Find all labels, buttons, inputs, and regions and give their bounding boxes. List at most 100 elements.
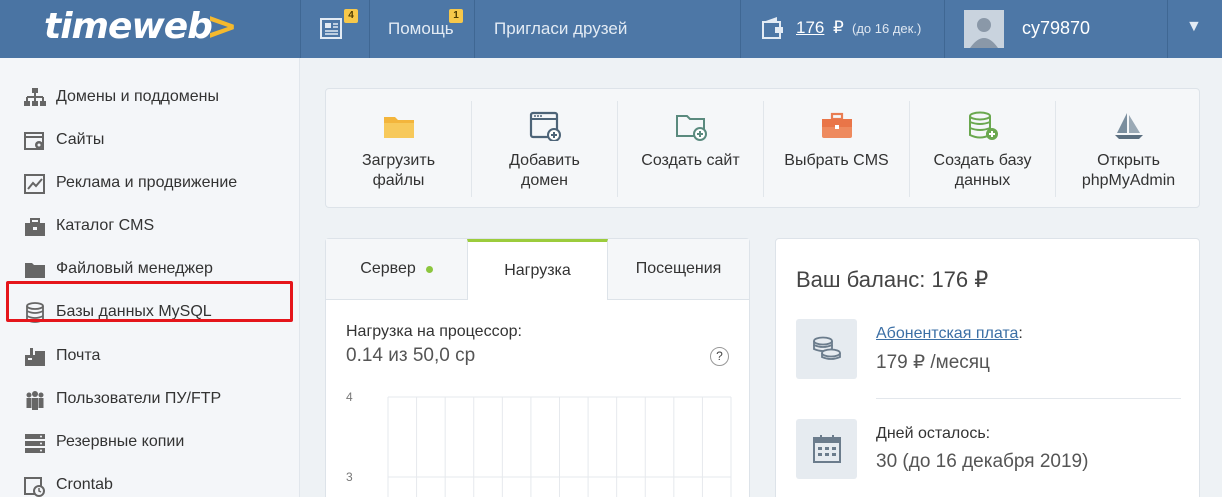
sidebar-item-label: Резервные копии — [56, 433, 185, 450]
sidebar-item-label: Каталог CMS — [56, 217, 155, 234]
balance-amount[interactable]: 176 — [796, 18, 824, 38]
sidebar-item-sites[interactable]: Сайты — [0, 120, 300, 160]
divider — [876, 398, 1181, 399]
help-label: Помощь — [388, 19, 454, 38]
sidebar-item-cms[interactable]: Каталог CMS — [0, 206, 300, 246]
chevron-down-icon[interactable]: ▼ — [1186, 18, 1202, 36]
username[interactable]: cy79870 — [1022, 18, 1090, 39]
cpu-load-value: 0.14 из 50,0 ср — [346, 345, 476, 366]
y-tick-label: 3 — [346, 470, 353, 484]
days-left-value: 30 (до 16 декабря 2019) — [876, 451, 1089, 472]
tab-label: Нагрузка — [504, 262, 571, 279]
logo-text: timeweb — [44, 6, 213, 47]
chart-line-icon — [24, 174, 45, 194]
quick-action-label: Открыть phpMyAdmin — [1081, 152, 1176, 189]
balance-currency: ₽ — [833, 18, 844, 37]
database-icon — [26, 302, 44, 323]
create-database-button[interactable]: Создать базу данных — [910, 89, 1055, 207]
balance-card: Ваш баланс: 176 ₽ Абонентская плата: 179… — [775, 238, 1200, 497]
sidebar-item-label: Файловый менеджер — [56, 260, 213, 277]
header-divider — [740, 0, 741, 58]
sailboat-icon — [1115, 113, 1143, 139]
briefcase-icon — [25, 218, 45, 236]
sidebar-item-label: Домены и поддомены — [56, 88, 219, 105]
coins-icon — [813, 336, 841, 360]
status-dot — [425, 265, 433, 273]
sitemap-icon — [24, 88, 46, 106]
folder-icon — [25, 263, 45, 278]
avatar[interactable] — [964, 10, 1004, 48]
logo-arrow: > — [206, 4, 238, 48]
tab-visits[interactable]: Посещения — [608, 239, 749, 300]
cpu-load-chart: 43 — [346, 390, 732, 497]
calendar-icon — [813, 435, 841, 463]
load-tabs: Сервер Нагрузка Посещения — [326, 239, 749, 300]
sidebar-item-backups[interactable]: Резервные копии — [0, 422, 300, 462]
coins-icon-box — [796, 319, 857, 379]
cpu-load-label: Нагрузка на процессор: — [346, 323, 522, 340]
tab-server[interactable]: Сервер — [326, 239, 467, 300]
server-load-card: Сервер Нагрузка Посещения Нагрузка на пр… — [325, 238, 750, 497]
wallet-icon — [762, 17, 783, 39]
news-button[interactable]: 4 — [301, 0, 369, 58]
quick-action-label: Добавить домен — [509, 152, 580, 189]
sidebar-item-label: Crontab — [56, 476, 113, 493]
header-divider — [1167, 0, 1168, 58]
balance-title: Ваш баланс: 176 ₽ — [796, 267, 989, 292]
folder-icon — [384, 117, 414, 138]
y-tick-label: 4 — [346, 390, 353, 404]
days-left-label: Дней осталось: — [876, 425, 991, 442]
tab-label: Сервер — [360, 260, 416, 277]
subscription-fee-label: Абонентская плата: — [876, 325, 1023, 343]
newspaper-icon — [320, 18, 342, 39]
sidebar-item-mail[interactable]: Почта — [0, 336, 300, 376]
quick-action-label: Создать базу данных — [933, 152, 1032, 189]
mailbox-icon — [25, 348, 45, 366]
server-icon — [25, 434, 45, 453]
database-plus-icon — [969, 111, 998, 140]
sidebar-item-crontab[interactable]: Crontab — [0, 465, 300, 497]
subscription-fee-value: 179 ₽ /месяц — [876, 352, 990, 373]
sidebar-item-label: Базы данных MySQL — [56, 303, 212, 320]
sidebar-item-label: Сайты — [56, 131, 105, 148]
balance-note: (до 16 дек.) — [852, 21, 922, 36]
quick-actions-panel: Загрузить файлы Добавить домен Создать с… — [325, 88, 1200, 208]
create-site-button[interactable]: Создать сайт — [618, 89, 763, 207]
quick-action-label: Загрузить файлы — [361, 152, 436, 189]
help-link[interactable]: Помощь — [388, 0, 454, 58]
tab-label: Посещения — [635, 260, 722, 277]
header-divider — [474, 0, 475, 58]
calendar-icon-box — [796, 419, 857, 479]
logo[interactable]: timeweb > — [0, 0, 300, 58]
help-badge: 1 — [449, 9, 463, 23]
sidebar: Домены и поддомены Сайты Реклама и продв… — [0, 58, 300, 497]
clock-icon — [24, 477, 45, 497]
top-header: timeweb > 4 Помощь 1 Пригласи друзей 176… — [0, 0, 1222, 58]
add-domain-icon — [529, 111, 561, 141]
sidebar-item-label: Реклама и продвижение — [56, 174, 238, 191]
window-gear-icon — [24, 132, 44, 150]
sidebar-item-label: Пользователи ПУ/FTP — [56, 390, 222, 407]
header-divider — [369, 0, 370, 58]
add-domain-button[interactable]: Добавить домен — [472, 89, 617, 207]
quick-action-label: Выбрать CMS — [784, 152, 889, 169]
subscription-fee-link[interactable]: Абонентская плата — [876, 325, 1018, 342]
choose-cms-button[interactable]: Выбрать CMS — [764, 89, 909, 207]
help-icon[interactable]: ? — [710, 347, 729, 366]
quick-action-label: Создать сайт — [641, 152, 740, 169]
open-phpmyadmin-button[interactable]: Открыть phpMyAdmin — [1056, 89, 1201, 207]
users-icon — [26, 391, 44, 410]
upload-files-button[interactable]: Загрузить файлы — [326, 89, 471, 207]
invite-label: Пригласи друзей — [494, 19, 628, 38]
sidebar-item-ads[interactable]: Реклама и продвижение — [0, 163, 300, 203]
user-silhouette-icon — [970, 18, 998, 48]
sidebar-item-domains[interactable]: Домены и поддомены — [0, 77, 300, 117]
fee-colon: : — [1018, 325, 1023, 342]
tab-load[interactable]: Нагрузка — [467, 239, 608, 300]
header-divider — [944, 0, 945, 58]
sidebar-item-users-ftp[interactable]: Пользователи ПУ/FTP — [0, 379, 300, 419]
sidebar-item-file-manager[interactable]: Файловый менеджер — [0, 249, 300, 289]
invite-friends-link[interactable]: Пригласи друзей — [494, 0, 627, 58]
sidebar-item-mysql[interactable]: Базы данных MySQL — [0, 292, 300, 332]
sidebar-item-label: Почта — [56, 347, 101, 364]
